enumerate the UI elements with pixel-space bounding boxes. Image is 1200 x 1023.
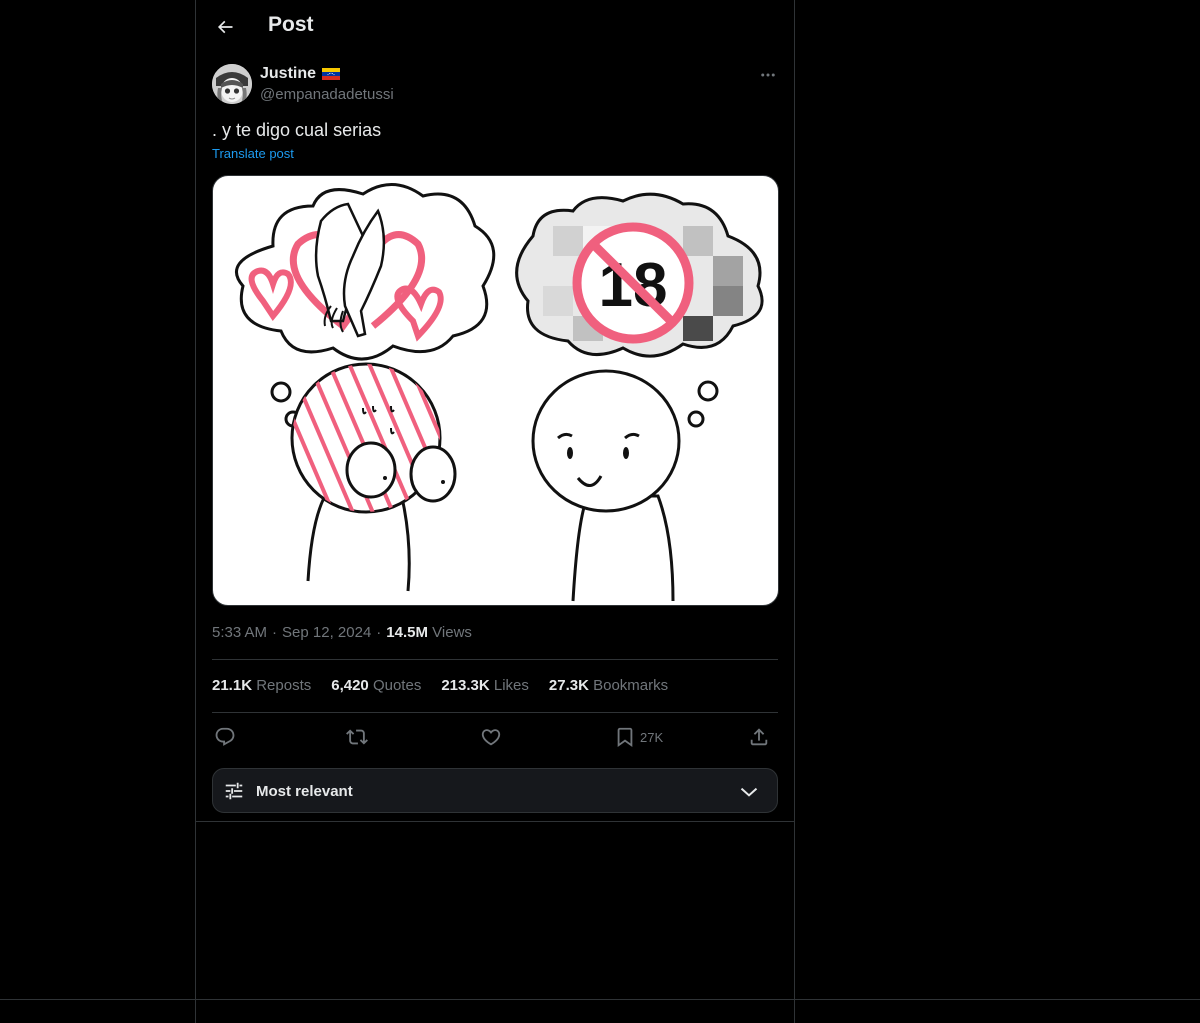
post-column: Post Justine @empanadadetussi . y te dig… (195, 0, 795, 1023)
repost-icon (346, 729, 368, 745)
bookmark-count: 27K (640, 729, 664, 745)
reply-icon (215, 727, 235, 746)
more-options-button[interactable] (756, 64, 780, 86)
page-header: Post (196, 0, 794, 54)
reply-button[interactable] (214, 722, 236, 752)
bookmark-icon (617, 727, 633, 748)
like-button[interactable] (480, 722, 502, 752)
avatar[interactable] (212, 64, 252, 104)
flag-icon (322, 68, 341, 80)
post-time[interactable]: 5:33 AM (212, 624, 267, 641)
post-illustration: 18 (235, 183, 764, 602)
engagement-stats: 21.1K Reposts 6,420 Quotes 213.3K Likes … (212, 677, 668, 694)
post-date[interactable]: Sep 12, 2024 (282, 624, 371, 641)
translate-post-link[interactable]: Translate post (212, 146, 294, 161)
likes-stat[interactable]: 213.3K Likes (441, 677, 529, 694)
chevron-down-icon (740, 787, 758, 797)
post-metadata: 5:33 AM · Sep 12, 2024 · 14.5M Views (212, 624, 472, 641)
back-button[interactable] (208, 10, 242, 44)
author-name[interactable]: Justine (260, 65, 316, 83)
sliders-icon (225, 782, 243, 800)
more-icon (761, 73, 775, 77)
share-button[interactable] (748, 722, 770, 752)
views-label: Views (432, 624, 472, 641)
page-title: Post (268, 13, 314, 36)
post-image[interactable]: 18 (212, 175, 779, 606)
sort-label: Most relevant (256, 783, 353, 800)
bookmarks-stat[interactable]: 27.3K Bookmarks (549, 677, 668, 694)
post-text: . y te digo cual serias (212, 120, 382, 140)
author-handle[interactable]: @empanadadetussi (260, 86, 394, 103)
bookmark-button[interactable]: 27K (614, 722, 663, 752)
author-name-row: Justine (260, 65, 341, 83)
quotes-stat[interactable]: 6,420 Quotes (331, 677, 421, 694)
views-count: 14.5M (386, 624, 428, 641)
divider (196, 821, 794, 822)
share-icon (750, 728, 768, 746)
reply-sort-dropdown[interactable]: Most relevant (212, 768, 778, 813)
divider (212, 712, 778, 713)
repost-button[interactable] (346, 722, 368, 752)
bottom-divider (0, 999, 1200, 1000)
reposts-stat[interactable]: 21.1K Reposts (212, 677, 311, 694)
like-icon (481, 729, 501, 746)
divider (212, 659, 778, 660)
back-arrow-icon (217, 20, 233, 34)
post-author: Justine @empanadadetussi (212, 64, 780, 108)
action-bar: 27K (212, 722, 778, 752)
